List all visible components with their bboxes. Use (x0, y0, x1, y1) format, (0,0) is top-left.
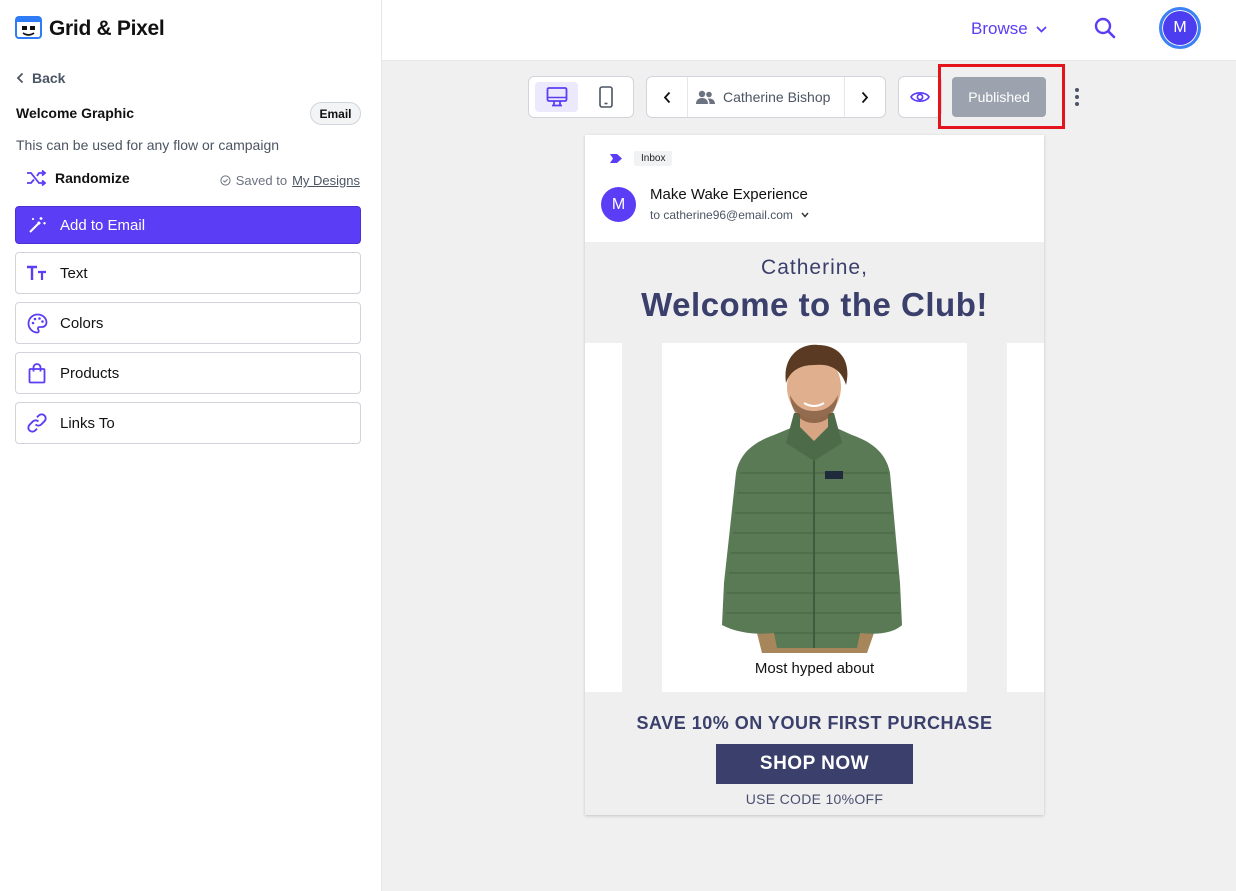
user-avatar[interactable]: M (1159, 7, 1201, 49)
menu-item-colors[interactable]: Colors (15, 302, 361, 344)
text-icon (26, 262, 48, 284)
text-label: Text (60, 264, 88, 282)
chevron-right-icon (861, 91, 869, 103)
product-section: Most hyped about (585, 343, 1044, 692)
randomize-button[interactable]: Randomize (26, 170, 130, 186)
menu-item-links-to[interactable]: Links To (15, 402, 361, 444)
browse-menu[interactable]: Browse (971, 19, 1047, 39)
add-to-email-button[interactable]: Add to Email (15, 206, 361, 244)
product-card[interactable]: Most hyped about (662, 343, 967, 692)
brand-logo[interactable]: Grid & Pixel (15, 16, 165, 41)
menu-item-text[interactable]: Text (15, 252, 361, 294)
design-description: This can be used for any flow or campaig… (16, 137, 280, 153)
email-footer: SAVE 10% ON YOUR FIRST PURCHASE SHOP NOW… (585, 692, 1044, 815)
sender-avatar-initial: M (611, 195, 626, 213)
chevron-left-icon (663, 91, 671, 103)
chevron-down-icon (1036, 25, 1047, 33)
hero-headline: Welcome to the Club! (641, 286, 988, 323)
mobile-view-button[interactable] (584, 82, 627, 112)
product-caption: Most hyped about (754, 660, 875, 677)
more-options-icon[interactable] (1074, 87, 1080, 107)
grid-pixel-logo-icon (15, 16, 42, 39)
sender-avatar: M (601, 187, 636, 222)
link-icon (26, 412, 48, 434)
shuffle-icon (27, 170, 47, 186)
sender-recipient-text: to catherine96@email.com (650, 208, 793, 222)
editor-canvas: Catherine Bishop Published Inbox M Make … (382, 61, 1236, 891)
back-link[interactable]: Back (16, 70, 65, 86)
saved-status: Saved to My Designs (220, 173, 360, 188)
search-icon[interactable] (1093, 16, 1117, 40)
desktop-icon (546, 87, 567, 107)
preview-button[interactable] (898, 76, 942, 118)
previous-recipient-button[interactable] (647, 77, 688, 117)
colors-label: Colors (60, 314, 104, 332)
users-icon (696, 90, 715, 104)
randomize-label: Randomize (55, 170, 130, 186)
next-recipient-button[interactable] (844, 77, 885, 117)
add-to-email-label: Add to Email (60, 216, 146, 234)
sender-recipient[interactable]: to catherine96@email.com (650, 208, 809, 222)
email-preview: Inbox M Make Wake Experience to catherin… (585, 135, 1044, 815)
email-hero: Catherine, Welcome to the Club! (585, 242, 1044, 343)
sender-name: Make Wake Experience (650, 186, 808, 203)
recipient-name-text: Catherine Bishop (723, 89, 831, 105)
product-image (722, 344, 902, 653)
band-spacer-left (622, 343, 662, 692)
links-to-label: Links To (60, 414, 115, 432)
eye-icon (910, 92, 930, 102)
saved-prefix: Saved to (235, 173, 288, 188)
shopping-bag-icon (26, 362, 48, 384)
band-spacer-right (967, 343, 1007, 692)
back-label: Back (32, 70, 66, 86)
chevron-left-icon (16, 72, 24, 84)
promo-code-text: USE CODE 10%OFF (745, 791, 884, 807)
sidebar: Grid & Pixel Back Welcome Graphic Email … (0, 0, 382, 891)
inbox-row: Inbox (610, 151, 673, 166)
inbox-tag: Inbox (634, 151, 673, 166)
hero-greeting: Catherine, (761, 256, 868, 279)
products-label: Products (60, 364, 120, 382)
user-avatar-initial: M (1173, 19, 1187, 36)
design-title: Welcome Graphic (16, 105, 135, 121)
published-highlight-box (938, 64, 1065, 129)
mobile-icon (598, 86, 613, 108)
recipient-name: Catherine Bishop (688, 77, 844, 117)
label-tag-icon (610, 154, 622, 163)
chevron-down-icon (801, 212, 809, 218)
offer-text: SAVE 10% ON YOUR FIRST PURCHASE (636, 713, 993, 733)
browse-label: Browse (971, 19, 1028, 38)
menu-item-products[interactable]: Products (15, 352, 361, 394)
palette-icon (26, 312, 48, 334)
shop-now-button[interactable]: SHOP NOW (716, 744, 913, 784)
top-bar: Browse M (382, 0, 1236, 61)
channel-badge: Email (310, 102, 361, 125)
desktop-view-button[interactable] (535, 82, 578, 112)
device-toggle (528, 76, 634, 118)
check-circle-icon (220, 175, 231, 186)
recipient-switcher: Catherine Bishop (646, 76, 886, 118)
brand-name: Grid & Pixel (49, 16, 165, 40)
my-designs-link[interactable]: My Designs (292, 173, 360, 188)
magic-wand-icon (26, 214, 48, 236)
